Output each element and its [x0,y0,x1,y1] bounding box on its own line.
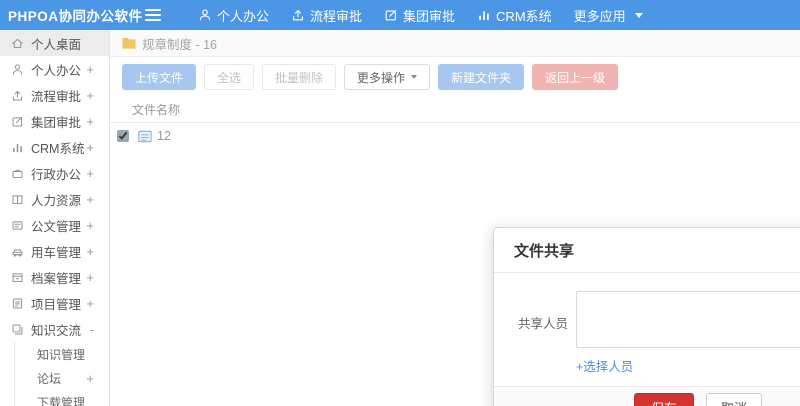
table-header: 文件名称 [110,97,800,123]
toolbar: 上传文件 全选 批量删除 更多操作 新建文件夹 返回上一级 [110,57,800,97]
nav-label: 更多应用 [573,8,626,24]
choose-people-link[interactable]: +选择人员 [576,356,633,375]
breadcrumb-label: 规章制度 - 16 [142,37,218,52]
nav-workflow-approval[interactable]: 流程审批 [280,0,373,30]
knowledge-submenu: 知识管理 论坛 + 下载管理 [14,342,109,406]
menu-toggle-icon[interactable] [145,9,161,21]
sidebar-subitem-forum[interactable]: 论坛 + [15,366,109,390]
modal-title: 文件共享 [494,228,800,273]
batch-delete-button[interactable]: 批量删除 [262,64,337,90]
clipboard-icon [12,298,23,308]
app-logo: PHPOA协同办公软件 [8,9,143,24]
nav-crm-system[interactable]: CRM系统 [466,0,563,30]
more-actions-button[interactable]: 更多操作 [344,64,431,90]
sidebar-item-document-management[interactable]: 公文管理 + [0,212,109,238]
sidebar-item-crm-system[interactable]: CRM系统 + [0,134,109,160]
nav-label: 集团审批 [403,8,456,24]
edit-icon [12,116,23,126]
go-back-button[interactable]: 返回上一级 [532,64,619,90]
sidebar-item-archive-management[interactable]: 档案管理 + [0,264,109,290]
save-button[interactable]: 保存 [634,393,695,406]
nav-group-approval[interactable]: 集团审批 [373,0,466,30]
nav-personal-office[interactable]: 个人办公 [187,0,280,30]
modal-footer: 保存 取消 [494,386,800,406]
nav-more-apps[interactable]: 更多应用 [563,0,654,30]
sidebar-item-personal-desktop[interactable]: 个人桌面 [0,30,109,56]
chevron-down-icon [634,12,643,18]
file-name-column-header: 文件名称 [132,103,181,117]
archive-icon [12,272,23,282]
sidebar-item-workflow-approval[interactable]: 流程审批 + [0,82,109,108]
sidebar-item-vehicle-management[interactable]: 用车管理 + [0,238,109,264]
upload-file-button[interactable]: 上传文件 [122,64,197,90]
chat-icon [12,324,23,334]
document-icon [12,220,23,230]
file-share-modal: 文件共享 共享人员 +选择人员 保存 取消 [493,227,800,406]
sidebar-item-knowledge-exchange[interactable]: 知识交流 - [0,316,109,342]
bar-chart-icon [479,11,489,21]
chevron-down-icon [411,75,418,79]
new-folder-button[interactable]: 新建文件夹 [438,64,525,90]
sidebar: 个人桌面 个人办公 + 流程审批 + 集团审批 + CRM系统 + 行政办公 + [0,30,110,406]
user-icon [12,64,23,74]
folder-icon [122,37,136,49]
file-name: 12 [157,129,171,143]
share-people-textarea[interactable] [576,291,800,348]
bar-chart-icon [13,143,22,152]
nav-label: CRM系统 [496,8,552,24]
upload-icon [12,90,23,100]
briefcase-icon [12,169,23,178]
row-checkbox[interactable] [117,130,129,142]
share-people-label: 共享人员 [517,317,568,331]
sidebar-item-group-approval[interactable]: 集团审批 + [0,108,109,134]
car-icon [12,248,23,257]
sidebar-subitem-knowledge-management[interactable]: 知识管理 [15,342,109,366]
user-icon [199,9,211,21]
sidebar-subitem-download-management[interactable]: 下载管理 [15,390,109,406]
select-all-button[interactable]: 全选 [204,64,255,90]
upload-icon [293,10,303,21]
table-row[interactable]: 12 [110,123,800,149]
breadcrumb: 规章制度 - 16 [110,30,800,57]
file-icon [138,130,152,142]
home-icon [12,38,23,48]
sidebar-item-admin-office[interactable]: 行政办公 + [0,160,109,186]
sidebar-item-personal-office[interactable]: 个人办公 + [0,56,109,82]
book-icon [12,194,23,204]
nav-label: 个人办公 [217,8,270,24]
edit-icon [385,10,396,21]
sidebar-item-project-management[interactable]: 项目管理 + [0,290,109,316]
modal-body: 共享人员 +选择人员 [494,273,800,386]
topbar: PHPOA协同办公软件 个人办公 流程审批 集团审批 CRM系统 更多应用 [0,0,800,30]
sidebar-item-human-resources[interactable]: 人力资源 + [0,186,109,212]
nav-label: 流程审批 [310,8,363,24]
cancel-button[interactable]: 取消 [706,393,763,406]
